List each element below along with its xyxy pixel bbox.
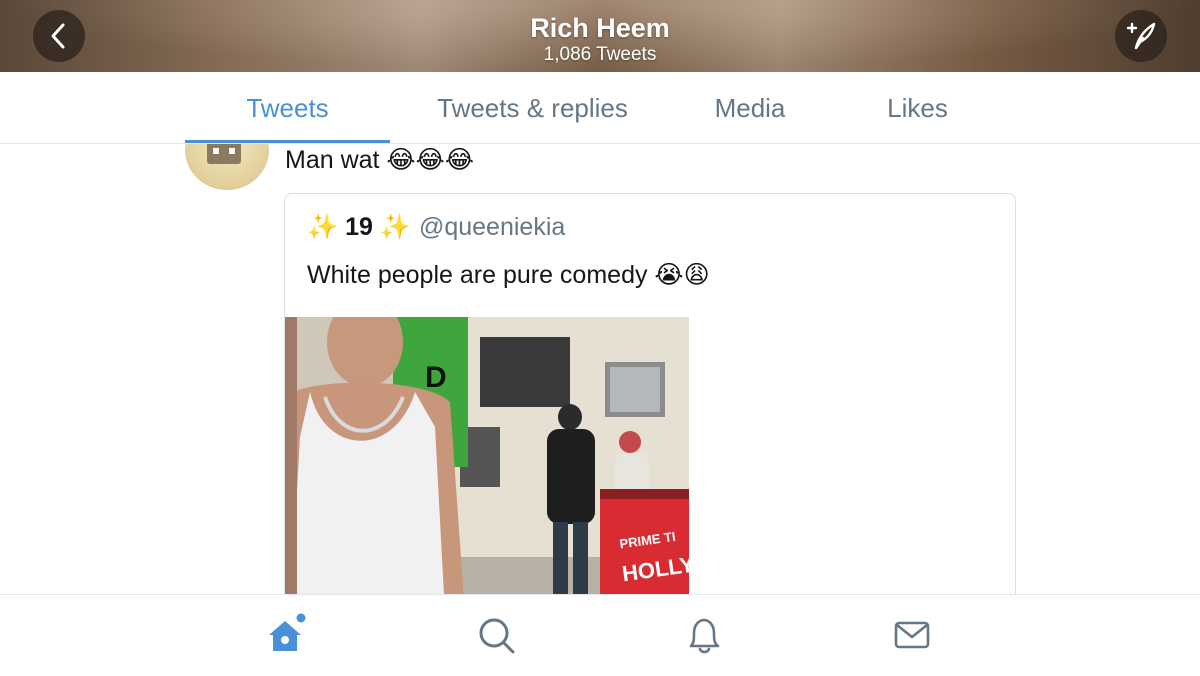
nav-search[interactable] (475, 613, 519, 657)
quoted-tweet-handle: @queeniekia (418, 213, 566, 241)
quoted-tweet[interactable]: ✨ 19 ✨ @queeniekia White people are pure … (284, 193, 1016, 615)
tab-likes[interactable]: Likes (850, 72, 985, 143)
tab-tweets-and-replies[interactable]: Tweets & replies (410, 72, 655, 143)
nav-messages[interactable] (890, 613, 934, 657)
video-thumbnail[interactable]: D PRIME TI HOLLY (285, 317, 689, 614)
quoted-tweet-text: White people are pure comedy 😭😩 (307, 261, 710, 289)
profile-name: Rich Heem (530, 13, 670, 43)
nav-home[interactable] (265, 613, 309, 657)
tweet-text: Man wat 😂😂😂 (285, 146, 475, 174)
compose-button[interactable] (1115, 10, 1167, 62)
avatar-detail (229, 148, 235, 154)
profile-tabs: Tweets Tweets & replies Media Likes (0, 72, 1200, 144)
quoted-tweet-author: ✨ 19 ✨ @queeniekia (307, 211, 565, 243)
active-tab-indicator (185, 140, 390, 143)
tab-media[interactable]: Media (680, 72, 820, 143)
avatar-detail (213, 148, 219, 154)
tweet-count: 1,086 Tweets (543, 44, 657, 65)
notifications-bell-icon (689, 618, 720, 654)
home-icon (269, 613, 306, 651)
video-frame: D PRIME TI HOLLY (285, 317, 689, 614)
messages-mail-icon (894, 621, 930, 649)
bottom-navigation (0, 594, 1200, 676)
profile-header: Rich Heem 1,086 Tweets (0, 0, 1200, 72)
quoted-tweet-name: ✨ 19 ✨ (307, 213, 411, 241)
nav-notifications[interactable] (683, 613, 727, 657)
tab-tweets[interactable]: Tweets (185, 72, 390, 143)
search-icon (479, 618, 515, 654)
compose-tweet-icon (1126, 22, 1156, 50)
